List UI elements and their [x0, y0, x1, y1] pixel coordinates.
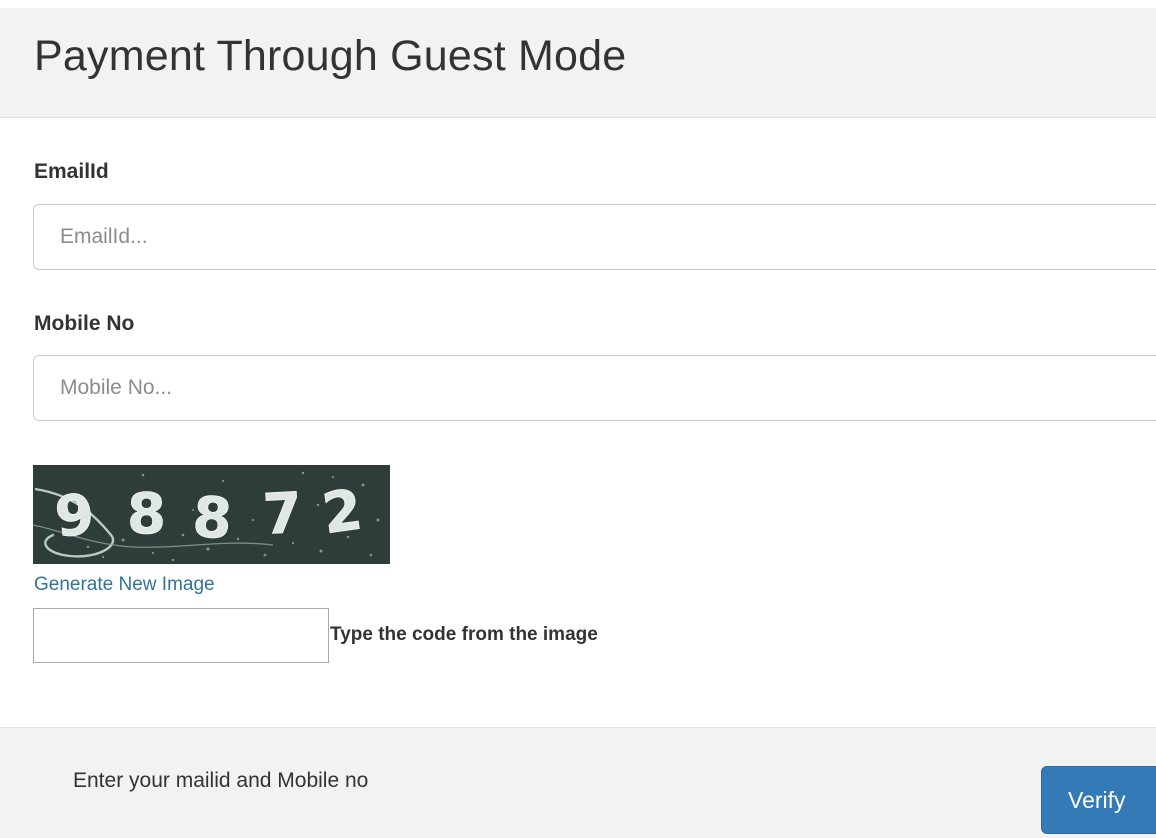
generate-new-image-link[interactable]: Generate New Image [34, 574, 215, 596]
panel-header: Payment Through Guest Mode [0, 8, 1156, 118]
captcha-graphic: 9 8 8 7 2 [33, 465, 390, 564]
captcha-hint: Type the code from the image [330, 624, 598, 645]
panel-footer: Enter your mailid and Mobile no Verify [0, 727, 1156, 838]
captcha-image: 9 8 8 7 2 [33, 465, 390, 564]
email-label: EmailId [34, 160, 109, 183]
svg-text:8: 8 [127, 482, 166, 547]
svg-text:9: 9 [52, 482, 98, 551]
top-strip [0, 0, 1156, 8]
footer-message: Enter your mailid and Mobile no [73, 769, 369, 792]
captcha-code-input[interactable] [33, 608, 329, 663]
mobile-label: Mobile No [34, 312, 135, 335]
mobile-field[interactable] [33, 355, 1156, 421]
svg-text:7: 7 [261, 481, 303, 548]
svg-text:8: 8 [191, 485, 234, 553]
page-title: Payment Through Guest Mode [34, 32, 627, 80]
email-field[interactable] [33, 204, 1156, 270]
verify-button[interactable]: Verify [1041, 766, 1156, 834]
